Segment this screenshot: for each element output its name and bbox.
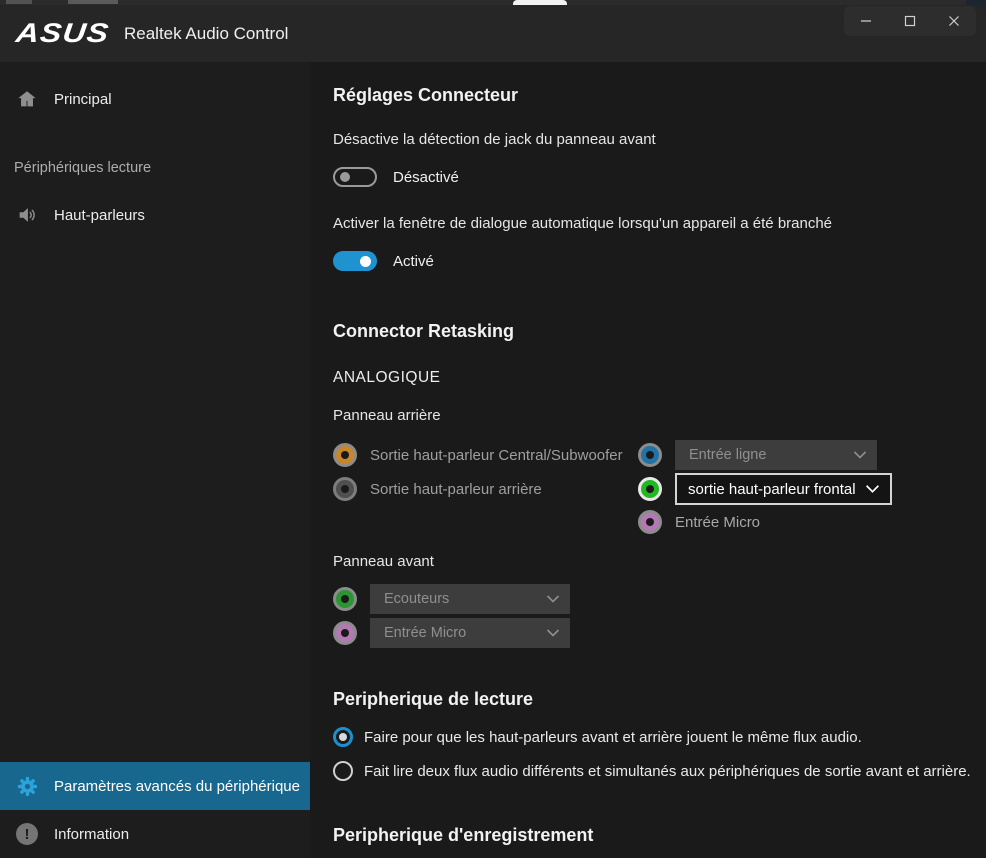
headphones-dropdown: Ecouteurs — [370, 584, 570, 614]
jack-label: Sortie haut-parleur Central/Subwoofer — [370, 447, 623, 464]
jack-row-headphones: Ecouteurs — [333, 582, 986, 616]
jack-icon-pink — [333, 621, 357, 645]
toggle-knob — [340, 172, 350, 182]
sidebar-item-label: Paramètres avancés du périphérique — [54, 778, 300, 795]
section-title-playback-device: Peripherique de lecture — [333, 686, 986, 712]
auto-dialog-toggle[interactable] — [333, 251, 377, 271]
rear-panel-retaskable-jacks: Entrée ligne sortie haut-parleur frontal — [638, 438, 892, 538]
dropdown-value: Ecouteurs — [370, 591, 449, 607]
jack-detection-toggle[interactable] — [333, 167, 377, 187]
playback-option-same-stream[interactable]: Faire pour que les haut-parleurs avant e… — [333, 724, 986, 750]
jack-row-front-speaker-out: sortie haut-parleur frontal — [638, 472, 892, 506]
gear-icon — [15, 774, 39, 798]
jack-icon-gray — [333, 477, 357, 501]
rear-panel-label: Panneau arrière — [333, 406, 986, 426]
line-in-dropdown: Entrée ligne — [675, 440, 877, 470]
realtek-audio-control-window: ASUS Realtek Audio Control Principal Pér — [0, 5, 986, 858]
front-mic-dropdown: Entrée Micro — [370, 618, 570, 648]
radio-label: Faire pour que les haut-parleurs avant e… — [364, 729, 862, 746]
auto-dialog-state: Activé — [393, 253, 434, 270]
sidebar-item-label: Haut-parleurs — [54, 207, 145, 224]
window-title: Realtek Audio Control — [124, 24, 288, 44]
radio-label: Fait lire deux flux audio différents et … — [364, 763, 971, 780]
close-button[interactable] — [935, 8, 973, 34]
asus-logo: ASUS — [14, 18, 119, 49]
jack-detection-state: Désactivé — [393, 169, 459, 186]
jack-row-rear-speaker: Sortie haut-parleur arrière — [333, 472, 638, 506]
info-icon: ! — [15, 822, 39, 846]
titlebar: ASUS Realtek Audio Control — [0, 5, 986, 62]
close-icon — [948, 15, 960, 27]
dropdown-value: Entrée ligne — [675, 447, 766, 463]
maximize-icon — [904, 15, 916, 27]
rear-panel-grid: Sortie haut-parleur Central/Subwoofer So… — [333, 438, 986, 538]
jack-icon-green — [638, 477, 662, 501]
window-controls — [844, 6, 976, 36]
chevron-down-icon — [865, 484, 880, 494]
radio-unselected-icon — [333, 761, 353, 781]
chevron-down-icon — [546, 595, 560, 604]
jack-icon-blue — [638, 443, 662, 467]
sidebar-item-speakers[interactable]: Haut-parleurs — [0, 190, 310, 240]
toggle-knob — [360, 256, 371, 267]
auto-dialog-label: Activer la fenêtre de dialogue automatiq… — [333, 214, 986, 234]
jack-label: Entrée Micro — [675, 514, 760, 531]
background-window-text — [68, 0, 118, 4]
jack-icon-green-dark — [333, 587, 357, 611]
sidebar-section-playback-devices: Périphériques lecture — [0, 146, 310, 190]
jack-row-center-subwoofer: Sortie haut-parleur Central/Subwoofer — [333, 438, 638, 472]
rear-panel-fixed-jacks: Sortie haut-parleur Central/Subwoofer So… — [333, 438, 638, 538]
maximize-button[interactable] — [891, 8, 929, 34]
jack-label: Sortie haut-parleur arrière — [370, 481, 542, 498]
sidebar-spacer — [0, 240, 310, 762]
home-icon — [15, 87, 39, 111]
analog-group-label: ANALOGIQUE — [333, 368, 986, 388]
radio-selected-icon — [333, 727, 353, 747]
speaker-icon — [15, 203, 39, 227]
sidebar-item-label: Principal — [54, 91, 112, 108]
front-speaker-out-dropdown[interactable]: sortie haut-parleur frontal — [675, 473, 892, 505]
playback-option-different-streams[interactable]: Fait lire deux flux audio différents et … — [333, 758, 986, 784]
dropdown-value: sortie haut-parleur frontal — [677, 481, 856, 498]
jack-row-mic-in: Entrée Micro — [638, 506, 892, 538]
jack-detection-label: Désactive la détection de jack du pannea… — [333, 130, 986, 150]
sidebar-item-information[interactable]: ! Information — [0, 810, 310, 858]
section-title-recording-device: Peripherique d'enregistrement — [333, 822, 986, 848]
background-window-text — [6, 0, 32, 4]
sidebar-item-principal[interactable]: Principal — [0, 74, 310, 124]
chevron-down-icon — [546, 629, 560, 638]
jack-icon-orange — [333, 443, 357, 467]
dropdown-value: Entrée Micro — [370, 625, 466, 641]
minimize-button[interactable] — [847, 8, 885, 34]
chevron-down-icon — [853, 451, 867, 460]
section-title-connector-settings: Réglages Connecteur — [333, 82, 986, 108]
sidebar-item-advanced-device-settings[interactable]: Paramètres avancés du périphérique — [0, 762, 310, 810]
section-title-connector-retasking: Connector Retasking — [333, 318, 986, 344]
sidebar: Principal Périphériques lecture Haut-par… — [0, 62, 310, 858]
jack-row-front-mic: Entrée Micro — [333, 616, 986, 650]
sidebar-item-label: Information — [54, 826, 129, 843]
minimize-icon — [860, 15, 872, 27]
jack-icon-pink — [638, 510, 662, 534]
jack-row-line-in: Entrée ligne — [638, 438, 892, 472]
front-panel-rows: Ecouteurs Entrée Micro — [333, 582, 986, 650]
front-panel-label: Panneau avant — [333, 552, 986, 572]
advanced-settings-panel: Réglages Connecteur Désactive la détecti… — [310, 62, 986, 858]
